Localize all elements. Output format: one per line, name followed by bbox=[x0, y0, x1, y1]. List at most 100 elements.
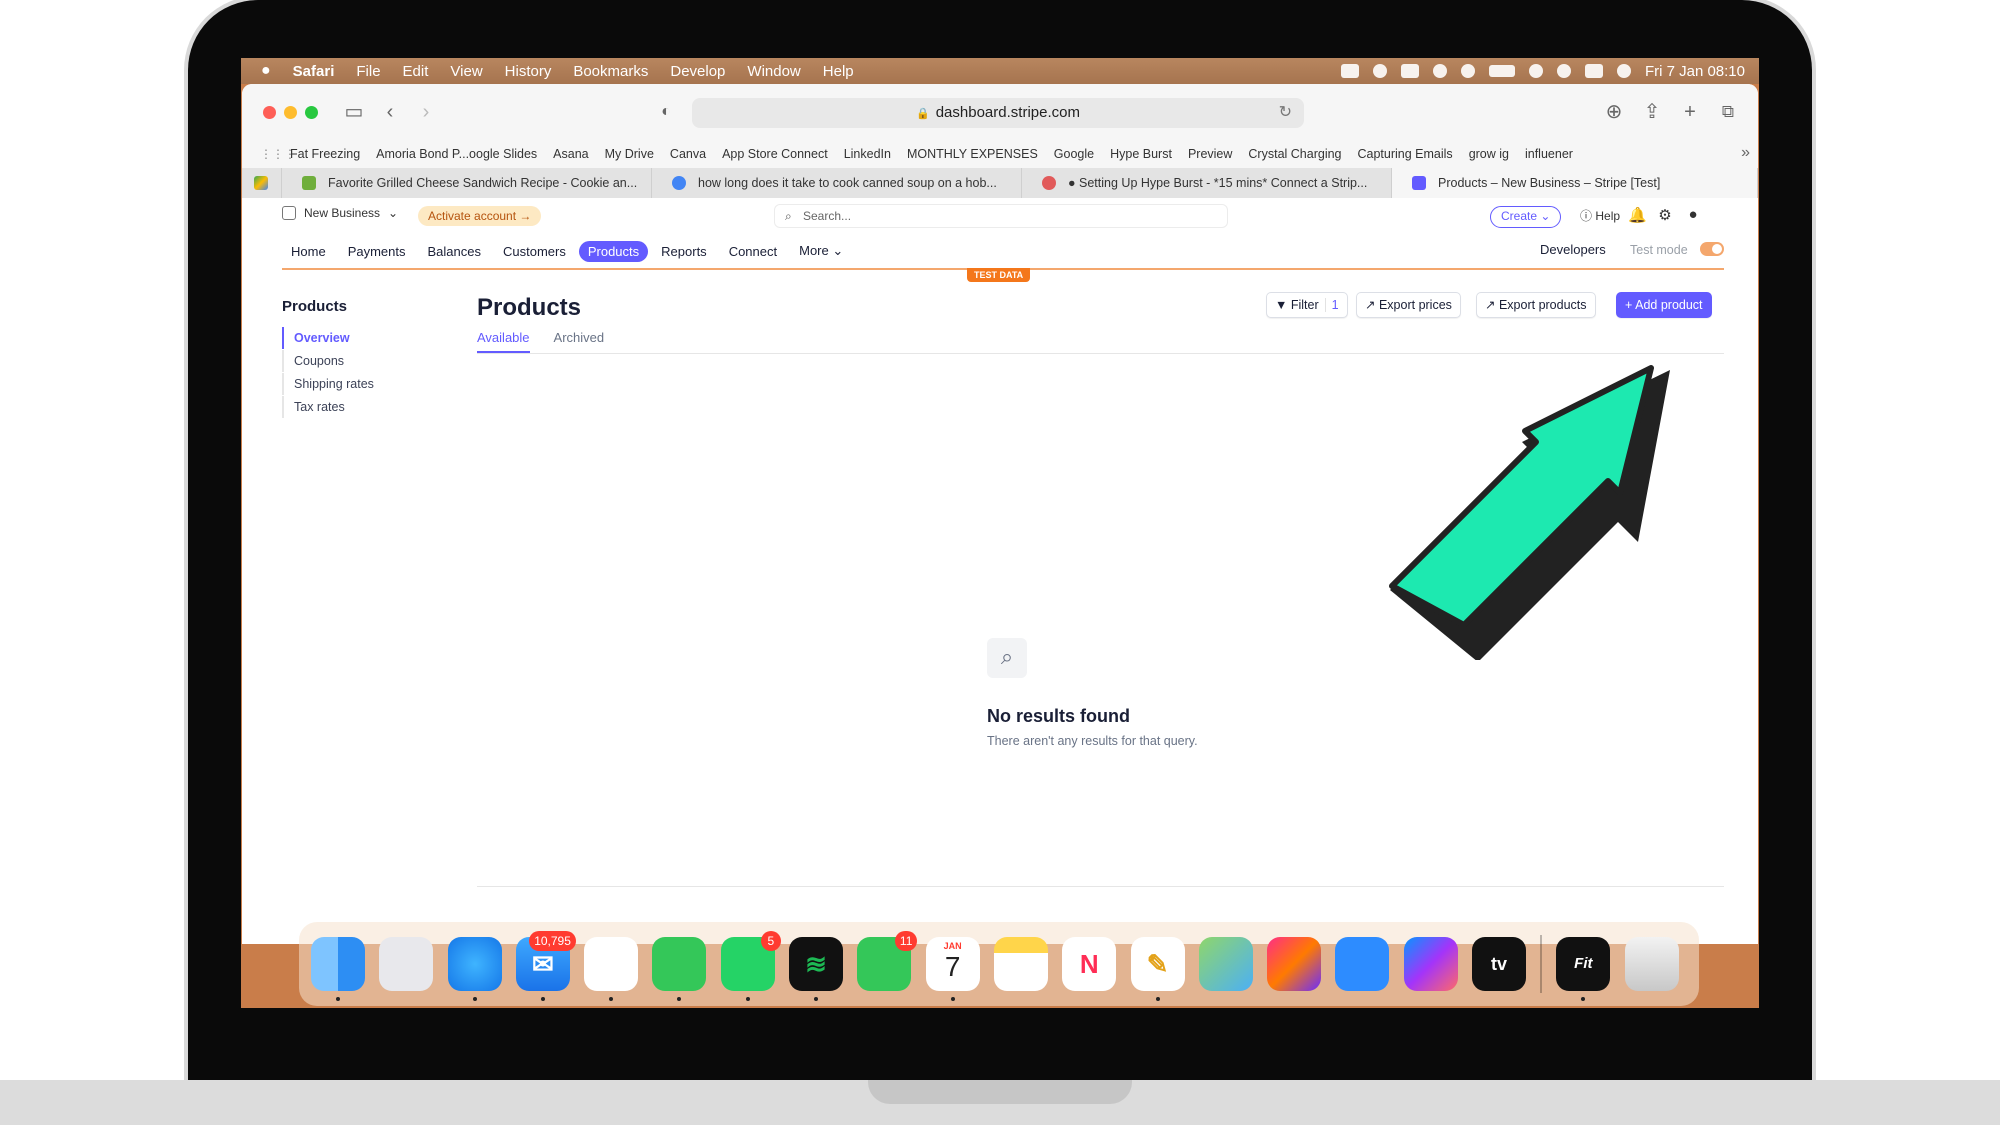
close-window-button[interactable] bbox=[263, 106, 276, 119]
tab-google-search[interactable]: how long does it take to cook canned sou… bbox=[652, 168, 1022, 198]
control-center-icon[interactable] bbox=[1584, 64, 1603, 78]
bookmark-item[interactable]: Asana bbox=[553, 147, 588, 161]
bookmark-item[interactable]: App Store Connect bbox=[722, 147, 828, 161]
bookmark-item[interactable]: Hype Burst bbox=[1110, 147, 1172, 161]
apple-tv-icon[interactable]: tv bbox=[1472, 937, 1527, 991]
safari-icon[interactable] bbox=[447, 937, 502, 1001]
sidebar-item-overview[interactable]: Overview bbox=[282, 327, 374, 349]
more-bookmarks-icon[interactable]: » bbox=[1741, 144, 1750, 162]
menu-edit[interactable]: Edit bbox=[403, 63, 429, 80]
bookmark-item[interactable]: Capturing Emails bbox=[1358, 147, 1453, 161]
tab-pinned-drive[interactable] bbox=[242, 168, 282, 198]
mail-icon[interactable]: ✉ 10,795 bbox=[515, 931, 576, 1001]
messages-icon[interactable] bbox=[652, 937, 707, 1001]
bookmarks-grid-icon[interactable]: ⋮⋮⋮ bbox=[260, 147, 296, 161]
menu-develop[interactable]: Develop bbox=[670, 63, 725, 80]
nav-customers[interactable]: Customers bbox=[494, 241, 575, 262]
tab-stripe-products[interactable]: Products – New Business – Stripe [Test] bbox=[1392, 168, 1758, 198]
siri-icon[interactable] bbox=[1616, 64, 1631, 78]
filter-button[interactable]: ▼ Filter 1 bbox=[1266, 292, 1348, 318]
pages-icon[interactable]: ✎ bbox=[1130, 937, 1185, 1001]
bookmark-item[interactable]: Amoria Bond P...oogle Slides bbox=[376, 147, 537, 161]
sidebar-item-tax-rates[interactable]: Tax rates bbox=[282, 396, 374, 418]
nav-connect[interactable]: Connect bbox=[720, 241, 786, 262]
help-button[interactable]: ⓘ Help bbox=[1580, 207, 1620, 224]
activate-account-button[interactable]: Activate account → bbox=[418, 206, 542, 226]
sidebar-item-shipping-rates[interactable]: Shipping rates bbox=[282, 373, 374, 395]
menu-app-name[interactable]: Safari bbox=[293, 63, 335, 80]
photos-icon[interactable] bbox=[584, 937, 639, 1001]
sidebar-icon[interactable]: ▭ bbox=[342, 100, 366, 124]
business-switcher[interactable]: New Business ⌄ bbox=[282, 206, 398, 220]
battery-icon[interactable] bbox=[1488, 65, 1515, 77]
address-bar[interactable]: 🔒 dashboard.stripe.com ↻ bbox=[692, 98, 1304, 128]
bookmark-item[interactable]: Preview bbox=[1188, 147, 1232, 161]
wifi-icon[interactable] bbox=[1528, 64, 1543, 78]
tab-overview-icon[interactable]: ⧉ bbox=[1716, 100, 1740, 124]
bookmark-item[interactable]: grow ig bbox=[1469, 147, 1509, 161]
nav-reports[interactable]: Reports bbox=[652, 241, 716, 262]
spotify-icon[interactable]: ≋ bbox=[789, 937, 844, 1001]
maps-icon[interactable] bbox=[1198, 937, 1253, 991]
nav-more[interactable]: More ⌄ bbox=[790, 240, 852, 262]
new-tab-icon[interactable]: + bbox=[1678, 100, 1702, 124]
nav-home[interactable]: Home bbox=[282, 241, 335, 262]
status-gmail-icon[interactable] bbox=[1400, 64, 1419, 78]
news-icon[interactable]: N bbox=[1062, 937, 1117, 991]
profile-icon[interactable]: ● bbox=[1684, 206, 1702, 223]
bookmark-item[interactable]: Fat Freezing bbox=[290, 147, 360, 161]
search-input[interactable]: ⌕ Search... bbox=[774, 204, 1228, 228]
menu-history[interactable]: History bbox=[505, 63, 552, 80]
nav-payments[interactable]: Payments bbox=[339, 241, 415, 262]
notes-icon[interactable] bbox=[993, 937, 1048, 991]
status-play-icon[interactable] bbox=[1432, 64, 1447, 78]
menu-help[interactable]: Help bbox=[823, 63, 854, 80]
test-mode-toggle[interactable] bbox=[1700, 242, 1724, 256]
reload-icon[interactable]: ↻ bbox=[1279, 98, 1292, 128]
zoom-window-button[interactable] bbox=[305, 106, 318, 119]
facetime-icon[interactable]: 11 bbox=[857, 931, 918, 991]
calendar-icon[interactable]: JAN 7 bbox=[925, 937, 980, 1001]
export-prices-button[interactable]: ↗ Export prices bbox=[1356, 292, 1461, 318]
share-icon[interactable]: ⇪ bbox=[1640, 100, 1664, 124]
status-app-icon[interactable] bbox=[1340, 64, 1359, 78]
status-sync-icon[interactable] bbox=[1372, 64, 1387, 78]
back-icon[interactable]: ‹ bbox=[378, 100, 402, 124]
bookmark-item[interactable]: Crystal Charging bbox=[1248, 147, 1341, 161]
bookmark-item[interactable]: My Drive bbox=[605, 147, 654, 161]
creative-cloud-icon[interactable] bbox=[1267, 937, 1322, 991]
gear-icon[interactable]: ⚙ bbox=[1656, 206, 1674, 224]
nav-products[interactable]: Products bbox=[578, 240, 649, 262]
menu-window[interactable]: Window bbox=[747, 63, 800, 80]
menu-bookmarks[interactable]: Bookmarks bbox=[573, 63, 648, 80]
launchpad-icon[interactable] bbox=[379, 937, 434, 991]
nav-balances[interactable]: Balances bbox=[419, 241, 490, 262]
bookmark-item[interactable]: influener bbox=[1525, 147, 1573, 161]
tab-available[interactable]: Available bbox=[477, 330, 530, 353]
menu-file[interactable]: File bbox=[356, 63, 380, 80]
whatsapp-icon[interactable]: 5 bbox=[720, 931, 781, 1001]
moon-icon[interactable] bbox=[1460, 64, 1475, 78]
bookmark-item[interactable]: Google bbox=[1054, 147, 1094, 161]
bell-icon[interactable]: 🔔 bbox=[1628, 206, 1647, 224]
finder-icon[interactable] bbox=[311, 937, 365, 1001]
tab-hype-burst[interactable]: ● Setting Up Hype Burst - *15 mins* Conn… bbox=[1022, 168, 1392, 198]
menu-clock[interactable]: Fri 7 Jan 08:10 bbox=[1645, 63, 1745, 80]
bookmark-item[interactable]: Canva bbox=[670, 147, 706, 161]
add-product-button[interactable]: + Add product bbox=[1616, 292, 1712, 318]
download-icon[interactable]: ⊕ bbox=[1602, 100, 1626, 124]
developers-link[interactable]: Developers bbox=[1540, 242, 1606, 257]
messenger-icon[interactable] bbox=[1403, 937, 1458, 991]
minimize-window-button[interactable] bbox=[284, 106, 297, 119]
privacy-shield-icon[interactable]: ◐ bbox=[654, 100, 678, 124]
tab-archived[interactable]: Archived bbox=[554, 330, 605, 353]
bookmark-item[interactable]: LinkedIn bbox=[844, 147, 891, 161]
spotlight-icon[interactable] bbox=[1556, 64, 1571, 78]
bookmark-item[interactable]: MONTHLY EXPENSES bbox=[907, 147, 1038, 161]
apple-icon[interactable]: ● bbox=[261, 62, 271, 80]
sidebar-item-coupons[interactable]: Coupons bbox=[282, 350, 374, 372]
export-products-button[interactable]: ↗ Export products bbox=[1476, 292, 1596, 318]
zoom-icon[interactable] bbox=[1335, 937, 1390, 991]
menu-view[interactable]: View bbox=[450, 63, 482, 80]
tab-recipe[interactable]: Favorite Grilled Cheese Sandwich Recipe … bbox=[282, 168, 652, 198]
